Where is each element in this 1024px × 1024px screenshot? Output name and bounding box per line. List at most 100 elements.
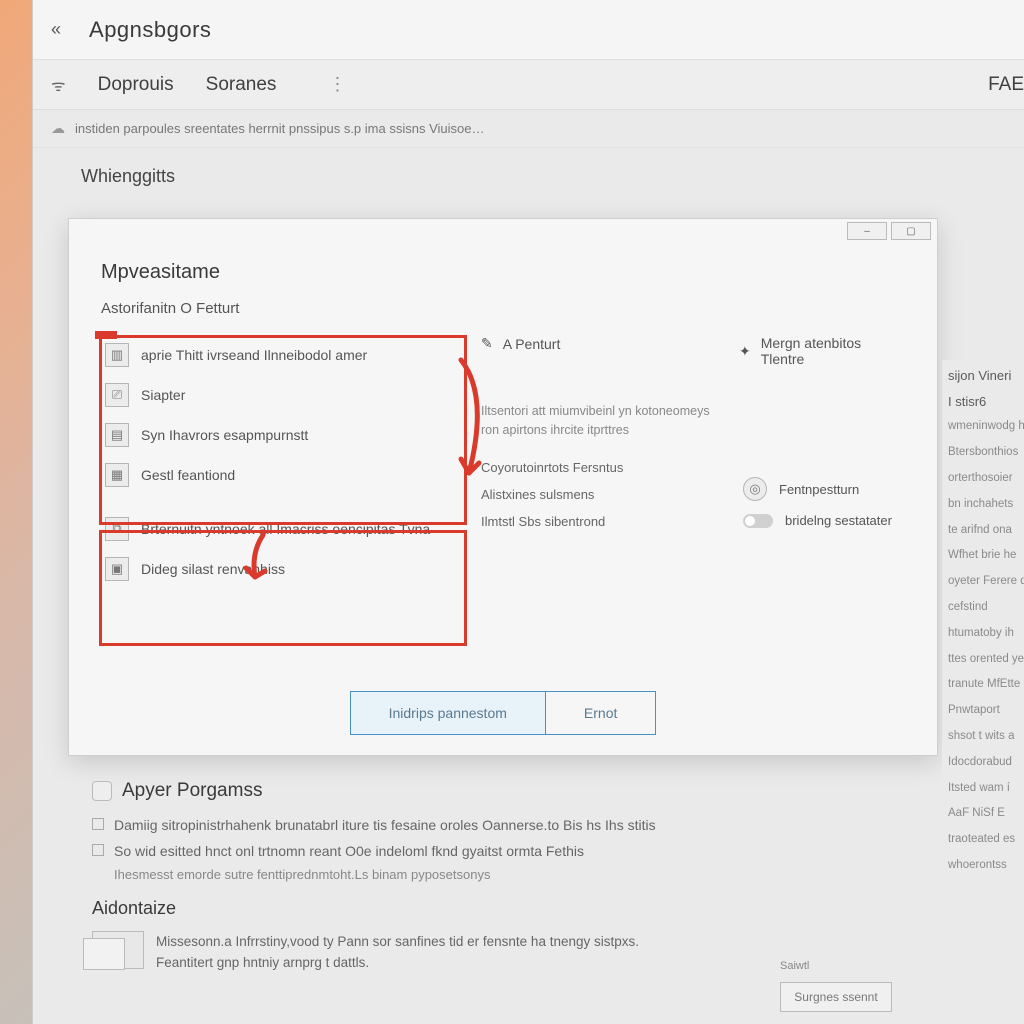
option-label: Brternuitn yntnoek all Imacriss oencipit… — [141, 521, 430, 537]
right-item: whoerontss — [948, 857, 1024, 875]
right-item: te arifnd ona — [948, 522, 1024, 540]
colb-description: Iltsentori att miumvibeinl yn kotoneomey… — [481, 402, 731, 440]
desc-block: Missesonn.a Infrrstiny,vood ty Pann sor … — [92, 931, 982, 974]
toggle-switch[interactable] — [743, 514, 773, 528]
colc-item-label: Fentnpestturn — [779, 482, 859, 497]
windows-icon: ⧉ — [105, 517, 129, 541]
checkbox-icon[interactable] — [92, 844, 104, 856]
right-item: AaF NiSf E — [948, 805, 1024, 823]
dialog-buttons: Inidrips pannestom Ernot — [69, 691, 937, 735]
right-item: orterthosoier — [948, 470, 1024, 488]
dialog-col-c: ✦ Mergn atenbitos Tlentre ◎ Fentnpesttur… — [731, 335, 905, 589]
square-icon: ▣ — [105, 557, 129, 581]
option-siapter[interactable]: ⎚ Siapter — [101, 375, 471, 415]
settings-dialog: – ▢ Mpveasitame Astorifanitn O Fetturt ▥… — [68, 218, 938, 756]
tabs-row: ᯤ Doprouis Soranes ⋮ FAE — [33, 60, 1024, 110]
tab-right[interactable]: FAE — [988, 74, 1024, 96]
back-icon[interactable]: « — [51, 19, 61, 40]
dialog-titlebar: – ▢ — [69, 219, 937, 243]
desc-line-2: Feantitert gnp hntniy arnprg t dattls. — [156, 952, 639, 974]
wifi-icon: ᯤ — [51, 74, 66, 96]
lower-content: Apyer Porgamss Damiig sitropinistrhahenk… — [32, 760, 1024, 974]
right-panel: sijon Vineri I stisr6 wmeninwodg hn Bter… — [942, 360, 1024, 1020]
grid-icon: ▥ — [105, 343, 129, 367]
option-label: Syn Ihavrors esapmpurnstt — [141, 427, 308, 443]
right-item: oyeter Ferere d — [948, 573, 1024, 591]
bullet-2-text: So wid esitted hnct onl trtnomn reant O0… — [114, 840, 584, 862]
right-item: Wfhet brie he — [948, 547, 1024, 565]
option-syn-ihavrors[interactable]: ▤ Syn Ihavrors esapmpurnstt — [101, 415, 471, 455]
right-item: Idocdorabud — [948, 754, 1024, 772]
option-label: Siapter — [141, 387, 185, 403]
colc-heading: ✦ Mergn atenbitos Tlentre — [739, 335, 905, 367]
circle-icon: ◎ — [743, 477, 767, 501]
save-button[interactable]: Surgnes ssennt — [780, 982, 892, 1012]
right-item: bn inchahets — [948, 496, 1024, 514]
lower-subtext: Ihesmesst emorde sutre fenttiprednmtoht.… — [114, 867, 982, 882]
option-label: Gestl feantiond — [141, 467, 235, 483]
colb-item-1[interactable]: Coyorutoinrtots Fersntus — [481, 454, 731, 481]
right-item: Itsted wam í — [948, 780, 1024, 798]
desc-text: Missesonn.a Infrrstiny,vood ty Pann sor … — [156, 931, 639, 974]
lower-heading: Apyer Porgamss — [92, 780, 982, 802]
option-label: Dideg silast renvanhiss — [141, 561, 285, 577]
dialog-col-a: ▥ aprie Thitt ivrseand Ilnneibodol amer … — [101, 335, 471, 589]
option-brternuitn[interactable]: ⧉ Brternuitn yntnoek all Imacriss oencip… — [101, 509, 471, 549]
colc-item-toggle[interactable]: bridelng sestatater — [739, 507, 905, 534]
right-head-1: sijon Vineri — [948, 366, 1024, 386]
right-head-2: I stisr6 — [948, 392, 1024, 412]
lower-heading-2: Aidontaize — [92, 898, 982, 919]
dialog-secondary-button[interactable]: Ernot — [545, 691, 656, 735]
option-gest-feantiond[interactable]: ▦ Gestl feantiond — [101, 455, 471, 495]
colb-item-2[interactable]: Alistxines sulsmens — [481, 481, 731, 508]
right-item: htumatoby ih — [948, 625, 1024, 643]
dialog-columns: ▥ aprie Thitt ivrseand Ilnneibodol amer … — [101, 335, 905, 589]
dialog-primary-button[interactable]: Inidrips pannestom — [350, 691, 545, 735]
app-icon — [92, 781, 112, 801]
list-icon: ⎚ — [105, 383, 129, 407]
desc-line-1: Missesonn.a Infrrstiny,vood ty Pann sor … — [156, 931, 639, 953]
cloud-icon: ☁ — [51, 120, 65, 137]
option-apple-thitt[interactable]: ▥ aprie Thitt ivrseand Ilnneibodol amer — [101, 335, 471, 375]
bullet-1-text: Damiig sitropinistrhahenk brunatabrl itu… — [114, 814, 656, 836]
tab-soranes[interactable]: Soranes — [206, 74, 277, 96]
save-label: Saiwtl — [780, 960, 809, 972]
table-icon: ▦ — [105, 463, 129, 487]
right-item: shsot t wits a — [948, 728, 1024, 746]
colb-head-text: A Penturt — [503, 336, 561, 352]
dialog-body: Mpveasitame Astorifanitn O Fetturt ▥ apr… — [69, 243, 937, 589]
colc-head-text: Mergn atenbitos Tlentre — [761, 335, 905, 367]
option-dideg[interactable]: ▣ Dideg silast renvanhiss — [101, 549, 471, 589]
colc-item-label: bridelng sestatater — [785, 513, 892, 528]
checkbox-icon[interactable] — [92, 818, 104, 830]
option-label: aprie Thitt ivrseand Ilnneibodol amer — [141, 347, 367, 363]
page-title: Apgnsbgors — [89, 17, 211, 43]
more-icon[interactable]: ⋮ — [328, 74, 346, 95]
right-item: cefstind — [948, 599, 1024, 617]
right-item: tranute MfEtte — [948, 676, 1024, 694]
dialog-subtitle: Astorifanitn O Fetturt — [101, 300, 905, 317]
colb-heading: ✎ A Penturt — [481, 335, 731, 352]
tab-doprouis[interactable]: Doprouis — [98, 74, 174, 96]
colb-item-3[interactable]: Ilmtstl Sbs sibentrond — [481, 508, 731, 535]
minimize-button[interactable]: – — [847, 222, 887, 240]
rows-icon: ▤ — [105, 423, 129, 447]
right-item: Btersbonthios — [948, 444, 1024, 462]
monitors-icon — [92, 931, 144, 969]
colc-item-fentn[interactable]: ◎ Fentnpestturn — [739, 471, 905, 507]
bullet-2: So wid esitted hnct onl trtnomn reant O0… — [92, 840, 982, 862]
right-item: Pnwtaport — [948, 702, 1024, 720]
dialog-col-b: ✎ A Penturt Iltsentori att miumvibeinl y… — [471, 335, 731, 589]
right-item: wmeninwodg hn — [948, 418, 1024, 436]
bullet-1: Damiig sitropinistrhahenk brunatabrl itu… — [92, 814, 982, 836]
section-title: Whienggitts — [33, 148, 1024, 197]
maximize-button[interactable]: ▢ — [891, 222, 931, 240]
spark-icon: ✦ — [739, 343, 751, 360]
subtitle-text: instiden parpoules sreentates herrnit pn… — [75, 121, 484, 136]
lower-heading-text: Apyer Porgamss — [122, 780, 262, 802]
pen-icon: ✎ — [481, 335, 493, 352]
header-row: « Apgnsbgors — [33, 0, 1024, 60]
subtitle-row: ☁ instiden parpoules sreentates herrnit … — [33, 110, 1024, 148]
right-item: ttes orented ye — [948, 651, 1024, 669]
dialog-title: Mpveasitame — [101, 261, 905, 284]
